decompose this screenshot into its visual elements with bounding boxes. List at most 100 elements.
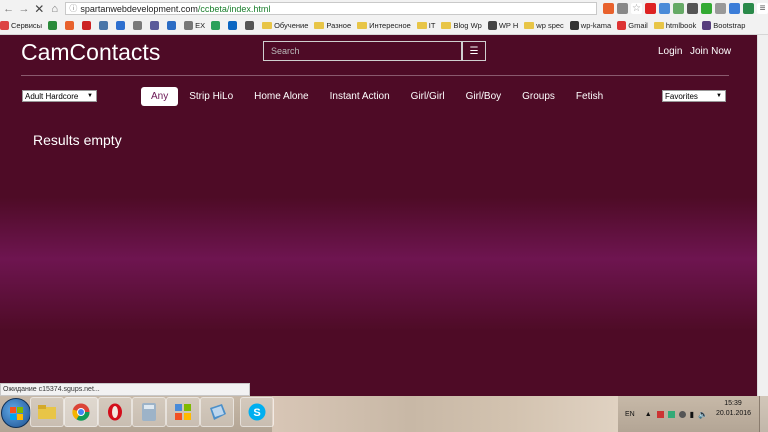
bookmark-item[interactable]: wp-kama: [569, 21, 611, 30]
gray-square-icon: [133, 21, 143, 30]
linkedin-icon: [228, 21, 238, 30]
tab-groups[interactable]: Groups: [512, 87, 565, 106]
volume-icon[interactable]: 🔈: [698, 410, 708, 419]
sync-icon[interactable]: [678, 410, 686, 418]
green-circle-icon: [211, 21, 221, 30]
bookmark-item[interactable]: [82, 21, 93, 30]
skype-icon[interactable]: S: [240, 397, 274, 427]
virtualbox-icon[interactable]: [200, 397, 234, 427]
bookmark-item[interactable]: [65, 21, 76, 30]
extension-blue-icon[interactable]: [658, 3, 670, 14]
bookmark-label: Bootstrap: [713, 21, 746, 30]
vk-icon: [99, 21, 109, 30]
shield-icon[interactable]: [700, 3, 712, 14]
tray-expand-icon[interactable]: ▲: [645, 411, 652, 418]
clock-time: 15:39: [724, 400, 742, 407]
page-scrollbar[interactable]: [757, 35, 768, 396]
opera-ext-icon[interactable]: [644, 3, 656, 14]
page-info-icon[interactable]: ⓘ: [69, 3, 77, 14]
bookmark-item[interactable]: Blog Wp: [441, 21, 482, 30]
url-field[interactable]: ⓘ spartanwebdevelopment.com/ccbeta/index…: [65, 2, 597, 15]
bookmark-item[interactable]: [245, 21, 256, 30]
category-select-value: Adult Hardcore: [25, 91, 79, 101]
page-content: CamContacts ☰ Login Join Now Adult Hardc…: [0, 35, 758, 396]
signal-icon[interactable]: ▮: [690, 410, 694, 419]
file-explorer-icon[interactable]: [30, 397, 64, 427]
category-tabs: Any Strip HiLo Home Alone Instant Action Gir…: [141, 87, 614, 106]
bookmark-item[interactable]: htmlbook: [653, 21, 697, 30]
bookmark-item[interactable]: Интересное: [357, 21, 411, 30]
control-panel-icon[interactable]: [166, 397, 200, 427]
extension-orange-icon[interactable]: [602, 3, 614, 14]
home-icon[interactable]: ⌂: [48, 2, 61, 16]
calculator-icon[interactable]: [132, 397, 166, 427]
bookmark-item[interactable]: [150, 21, 161, 30]
translate-icon[interactable]: [616, 3, 628, 14]
up-arrow-icon: [167, 21, 177, 30]
bookmark-item[interactable]: Обучение: [262, 21, 308, 30]
svg-text:S: S: [253, 407, 260, 419]
menu-toggle-button[interactable]: ☰: [462, 41, 486, 61]
network-icon[interactable]: [667, 410, 675, 418]
favorites-select-value: Favorites: [665, 91, 698, 101]
start-button[interactable]: [1, 398, 31, 428]
tab-strip-hilo[interactable]: Strip HiLo: [179, 87, 243, 106]
stop-icon[interactable]: ✕: [33, 2, 46, 16]
bookmark-item[interactable]: Bootstrap: [702, 21, 745, 30]
bookmark-item[interactable]: [167, 21, 178, 30]
menu-icon[interactable]: ≡: [756, 3, 768, 14]
extension-gray-icon[interactable]: [714, 3, 726, 14]
bookmark-item[interactable]: [133, 21, 144, 30]
back-icon[interactable]: ←: [2, 2, 15, 16]
search-input[interactable]: [263, 41, 462, 61]
bookmark-star-icon[interactable]: ☆: [630, 3, 642, 14]
folder-icon: [314, 22, 325, 29]
tab-fetish[interactable]: Fetish: [566, 87, 613, 106]
bookmark-item[interactable]: IT: [416, 21, 435, 30]
url-path: /ccbeta/index.html: [197, 3, 271, 14]
red-square-icon: [82, 21, 92, 30]
join-now-link[interactable]: Join Now: [690, 46, 731, 57]
tab-any[interactable]: Any: [141, 87, 179, 106]
tab-girl-girl[interactable]: Girl/Girl: [401, 87, 455, 106]
site-logo[interactable]: CamContacts: [21, 39, 160, 66]
tab-home-alone[interactable]: Home Alone: [244, 87, 318, 106]
chevron-down-icon: ▼: [716, 93, 722, 99]
extension-green-icon[interactable]: [672, 3, 684, 14]
login-link[interactable]: Login: [658, 46, 682, 57]
bookmark-item[interactable]: Gmail: [617, 21, 648, 30]
favorites-select[interactable]: Favorites ▼: [662, 90, 726, 102]
bookmark-item[interactable]: Разное: [314, 21, 351, 30]
status-bar: Ожидание c15374.sgups.net...: [0, 383, 250, 396]
bookmark-label: EX: [195, 21, 206, 30]
pocket-icon[interactable]: [686, 3, 698, 14]
bookmark-item[interactable]: [99, 21, 110, 30]
bookmark-item[interactable]: [48, 21, 59, 30]
bookmark-item[interactable]: wp spec: [524, 21, 564, 30]
bookmark-item[interactable]: WP H: [487, 21, 518, 30]
hamburger-icon: ☰: [469, 45, 479, 57]
opera-icon[interactable]: [98, 397, 132, 427]
bookmark-item[interactable]: Сервисы: [0, 21, 42, 30]
bookmark-label: Gmail: [628, 21, 648, 30]
bookmark-item[interactable]: [211, 21, 222, 30]
bookmark-item[interactable]: [116, 21, 127, 30]
drive-icon[interactable]: [742, 3, 754, 14]
category-select[interactable]: Adult Hardcore ▼: [22, 90, 97, 102]
windows-logo-pane: [17, 407, 23, 413]
system-clock[interactable]: 15:39 20.01.2016: [716, 399, 751, 419]
bookmark-item[interactable]: EX: [184, 21, 205, 30]
apps-grid-icon: [0, 21, 9, 30]
flag-icon[interactable]: [656, 410, 664, 418]
chrome-icon[interactable]: [64, 397, 98, 427]
tab-girl-boy[interactable]: Girl/Boy: [456, 87, 512, 106]
extension-chat-icon[interactable]: [728, 3, 740, 14]
orange-square-icon: [65, 21, 75, 30]
tab-instant-action[interactable]: Instant Action: [320, 87, 400, 106]
bookmark-label: htmlbook: [665, 21, 697, 30]
desktop-wallpaper-strip: [272, 396, 618, 432]
show-desktop-button[interactable]: [759, 396, 768, 432]
language-indicator[interactable]: EN: [625, 411, 635, 418]
forward-icon[interactable]: →: [17, 2, 30, 16]
bookmark-item[interactable]: [228, 21, 239, 30]
